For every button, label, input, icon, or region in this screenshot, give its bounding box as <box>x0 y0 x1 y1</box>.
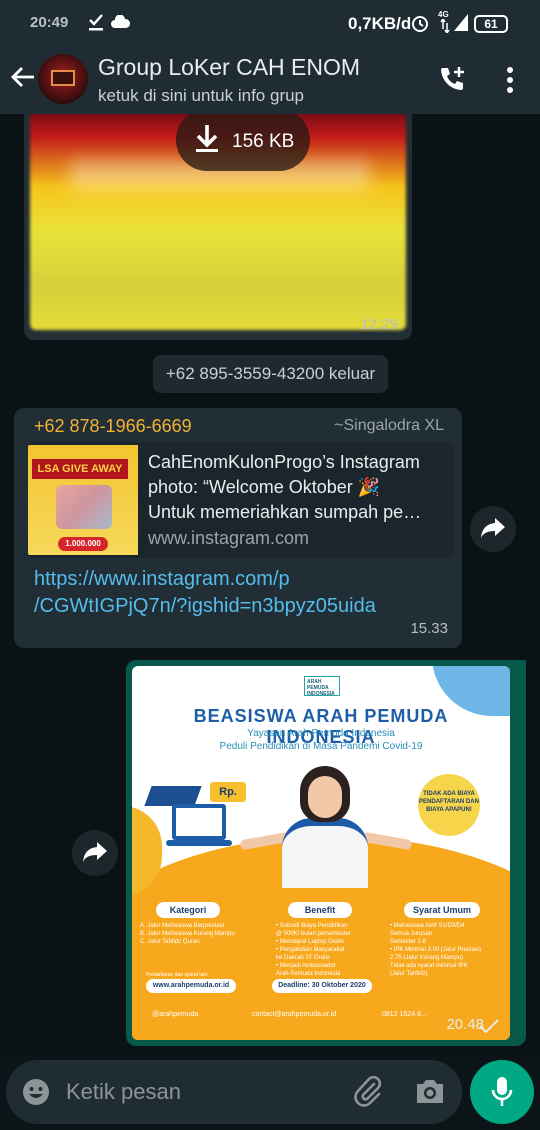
poster-daftar-note: Pendaftaran dan syarat lain: <box>146 972 209 978</box>
voice-record-button[interactable] <box>470 1060 534 1124</box>
sender-push-name: ~Singalodra XL <box>334 417 444 434</box>
microphone-icon <box>491 1077 513 1106</box>
emoji-icon[interactable] <box>22 1078 50 1106</box>
message-link[interactable]: https://www.instagram.com/p /CGWtIGPjQ7n… <box>34 566 376 620</box>
poster-deadline: Deadline: 30 Oktober 2020 <box>272 979 372 993</box>
network-type: 4G <box>438 10 449 19</box>
thumb-banner: LSA GIVE AWAY <box>32 459 128 479</box>
status-bar: 20:49 0,7KB/d 4G 61 <box>0 0 540 48</box>
data-arrows-icon <box>440 19 450 33</box>
poster-badge: TIDAK ADA BIAYA PENDAFTARAN DAN BIAYA AP… <box>418 774 480 836</box>
alarm-icon <box>412 16 428 32</box>
poster-kategori-heading: Kategori <box>156 902 220 918</box>
cloud-icon <box>111 15 130 28</box>
check-download-icon <box>89 14 103 31</box>
poster-kategori-list: A. Jalur Mahasiswa Berprestasi B. Jalur … <box>140 923 235 945</box>
message-input-bar[interactable]: Ketik pesan <box>6 1060 462 1124</box>
poster-image[interactable]: ARAH PEMUDA INDONESIA BEASISWA ARAH PEMU… <box>132 666 510 1040</box>
add-call-icon[interactable] <box>437 64 469 96</box>
camera-icon[interactable] <box>414 1077 446 1105</box>
forward-icon <box>83 842 107 862</box>
poster-website: www.arahpemuda.or.id <box>146 979 236 993</box>
link-preview-thumbnail: LSA GIVE AWAY 1.000.000 <box>28 445 138 555</box>
message-input[interactable]: Ketik pesan <box>66 1079 181 1105</box>
poster-image-message[interactable]: ARAH PEMUDA INDONESIA BEASISWA ARAH PEMU… <box>126 660 526 1046</box>
poster-email: contact@arahpemuda.or.id <box>252 1011 337 1018</box>
poster-benefit-heading: Benefit <box>288 902 352 918</box>
link-preview-domain: www.instagram.com <box>148 528 310 548</box>
poster-benefit-list: • Subsidi Biaya Pendidikan @ 500K/ bulan… <box>276 923 351 977</box>
download-size: 156 KB <box>232 131 295 152</box>
group-avatar[interactable] <box>38 54 88 104</box>
more-options-icon[interactable] <box>500 66 520 94</box>
download-arrow-icon <box>196 125 218 152</box>
forward-button[interactable] <box>470 506 516 552</box>
status-time: 20:49 <box>30 14 69 31</box>
forward-icon <box>481 518 505 538</box>
link-text-line[interactable]: https://www.instagram.com/p <box>34 566 376 593</box>
image-message[interactable]: 156 KB 12.29 <box>24 114 412 340</box>
net-speed: 0,7KB/d <box>348 14 412 33</box>
back-arrow-icon[interactable] <box>10 64 36 90</box>
poster-instagram: @arahpemuda <box>152 1011 199 1018</box>
group-info-hint[interactable]: ketuk di sini untuk info grup <box>98 86 304 106</box>
sent-check-icon <box>479 1019 499 1034</box>
group-title[interactable]: Group LoKer CAH ENOM <box>98 54 360 81</box>
poster-subtitle: Peduli Pendidikan di Masa Pandemi Covid-… <box>219 741 423 752</box>
poster-syarat-heading: Syarat Umum <box>404 902 480 918</box>
poster-rp-tag: Rp. <box>210 782 246 802</box>
link-preview-card[interactable]: LSA GIVE AWAY 1.000.000 CahEnomKulonProg… <box>28 442 454 558</box>
poster-whatsapp: 0812 1524 8... <box>382 1011 427 1018</box>
thumb-amount: 1.000.000 <box>58 537 108 551</box>
message-time: 15.33 <box>410 620 448 637</box>
chat-header[interactable]: Group LoKer CAH ENOM ketuk di sini untuk… <box>0 48 540 114</box>
attach-icon[interactable] <box>354 1076 384 1108</box>
battery-indicator: 61 <box>474 15 508 33</box>
poster-subtitle: Yayasan Arah Pemuda Indonesia <box>247 728 395 739</box>
poster-logo: ARAH PEMUDA INDONESIA <box>304 676 340 697</box>
link-message[interactable]: +62 878-1966-6669 ~Singalodra XL LSA GIV… <box>14 408 462 648</box>
preview-title-line: photo: “Welcome Oktober 🎉 <box>148 477 381 497</box>
preview-title-line: CahEnomKulonProgo’s Instagram <box>148 452 420 472</box>
message-time: 12.29 <box>360 316 398 333</box>
link-preview-title: CahEnomKulonProgo’s Instagram photo: “We… <box>148 450 448 525</box>
signal-icon <box>454 14 468 31</box>
preview-title-line: Untuk memeriahkan sumpah pe… <box>148 502 422 522</box>
link-text-line[interactable]: /CGWtIGPjQ7n/?igshid=n3bpyz05uida <box>34 593 376 620</box>
poster-syarat-list: • Mahasiswa Aktif S1/D3/D4 Semua Jurusan… <box>390 923 482 977</box>
chat-area[interactable]: 156 KB 12.29 +62 895-3559-43200 keluar +… <box>0 114 540 1054</box>
system-message: +62 895-3559-43200 keluar <box>153 355 388 393</box>
download-button[interactable]: 156 KB <box>176 114 310 171</box>
forward-button[interactable] <box>72 830 118 876</box>
sender-number[interactable]: +62 878-1966-6669 <box>34 416 192 437</box>
